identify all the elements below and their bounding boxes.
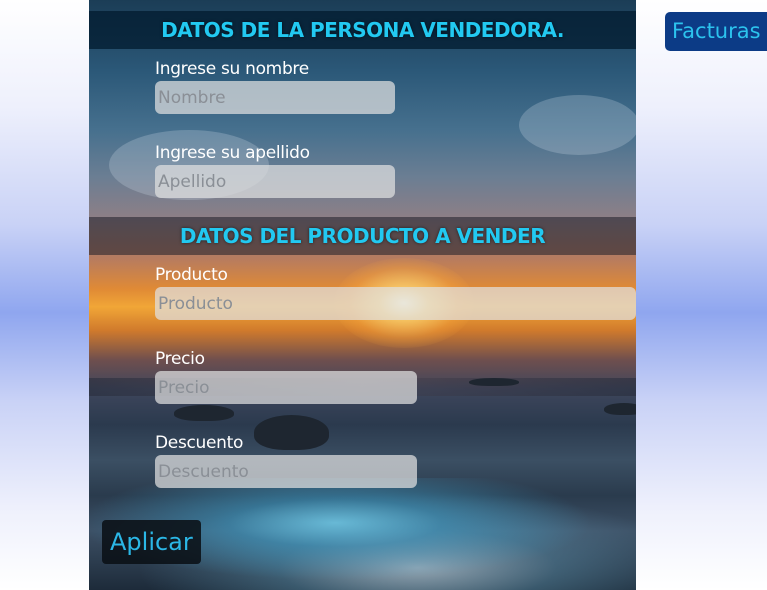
sales-form-panel: DATOS DE LA PERSONA VENDEDORA. Ingrese s…	[89, 0, 636, 590]
surname-label: Ingrese su apellido	[155, 143, 310, 163]
name-input[interactable]	[155, 81, 395, 114]
apply-button[interactable]: Aplicar	[102, 520, 201, 564]
discount-input[interactable]	[155, 455, 417, 488]
discount-label: Descuento	[155, 433, 244, 453]
product-section-title: DATOS DEL PRODUCTO A VENDER	[89, 217, 636, 255]
surname-input[interactable]	[155, 165, 395, 198]
background-rock	[469, 378, 519, 386]
product-input[interactable]	[155, 287, 636, 320]
background-cloud	[519, 95, 636, 155]
background-rock	[604, 403, 636, 415]
price-input[interactable]	[155, 371, 417, 404]
price-label: Precio	[155, 349, 205, 369]
facturas-button[interactable]: Facturas	[665, 12, 767, 51]
name-label: Ingrese su nombre	[155, 59, 309, 79]
seller-section-title: DATOS DE LA PERSONA VENDEDORA.	[89, 11, 636, 49]
product-label: Producto	[155, 265, 228, 285]
background-rock	[174, 405, 234, 421]
background-rock	[254, 415, 329, 450]
